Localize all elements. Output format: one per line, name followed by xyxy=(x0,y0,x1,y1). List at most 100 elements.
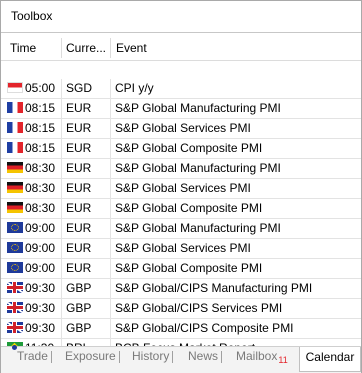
calendar-row[interactable]: 08:15 EUR S&P Global Services PMI xyxy=(1,119,361,139)
tab-mailbox[interactable]: Mailbox11 xyxy=(236,347,288,369)
event-currency: EUR xyxy=(66,161,92,175)
france-flag-icon xyxy=(7,122,23,133)
column-gridline xyxy=(110,159,111,178)
column-divider[interactable] xyxy=(110,38,111,58)
column-gridline xyxy=(61,199,62,218)
singapore-flag-icon xyxy=(7,82,23,93)
calendar-row[interactable]: 08:30 EUR S&P Global Services PMI xyxy=(1,179,361,199)
event-time: 09:30 xyxy=(25,321,56,335)
event-name: S&P Global Services PMI xyxy=(115,121,251,135)
tab-trade[interactable]: Trade xyxy=(17,347,52,369)
column-gridline xyxy=(61,99,62,118)
column-gridline xyxy=(110,319,111,338)
event-currency: GBP xyxy=(66,281,92,295)
column-gridline xyxy=(110,139,111,158)
event-name: S&P Global Manufacturing PMI xyxy=(115,221,281,235)
event-time: 08:15 xyxy=(25,141,56,155)
title-bar: Toolbox xyxy=(1,1,361,33)
window-title: Toolbox xyxy=(11,9,53,23)
event-time: 09:30 xyxy=(25,281,56,295)
calendar-row[interactable]: 09:30 GBP S&P Global/CIPS Manufacturing PM… xyxy=(1,279,361,299)
column-gridline xyxy=(110,79,111,98)
column-gridline xyxy=(61,239,62,258)
column-gridline xyxy=(61,119,62,138)
column-gridline xyxy=(61,79,62,98)
column-gridline xyxy=(61,139,62,158)
column-gridline xyxy=(110,99,111,118)
column-gridline xyxy=(110,259,111,278)
tab-divider xyxy=(221,351,223,363)
event-name: S&P Global Services PMI xyxy=(115,181,251,195)
tab-calendar[interactable]: Calendar xyxy=(299,347,361,372)
tab-news[interactable]: News xyxy=(188,347,223,369)
column-gridline xyxy=(110,179,111,198)
tab-label: Exposure xyxy=(65,349,116,363)
event-time: 08:15 xyxy=(25,101,56,115)
event-name: S&P Global Manufacturing PMI xyxy=(115,161,281,175)
column-gridline xyxy=(110,199,111,218)
event-currency: SGD xyxy=(66,81,93,95)
calendar-row[interactable]: 09:00 EUR S&P Global Manufacturing PMI xyxy=(1,219,361,239)
tab-divider xyxy=(118,351,120,363)
tab-divider xyxy=(172,351,174,363)
tab-history[interactable]: History xyxy=(132,347,174,369)
calendar-row[interactable]: 09:30 GBP S&P Global/CIPS Composite PMI xyxy=(1,319,361,339)
event-currency: EUR xyxy=(66,141,92,155)
column-header-currency[interactable]: Curre... xyxy=(66,41,106,55)
calendar-row[interactable]: 05:00 SGD CPI y/y xyxy=(1,79,361,99)
column-gridline xyxy=(61,279,62,298)
column-gridline xyxy=(110,299,111,318)
column-gridline xyxy=(61,159,62,178)
event-currency: EUR xyxy=(66,201,92,215)
calendar-row[interactable]: 08:15 EUR S&P Global Manufacturing PMI xyxy=(1,99,361,119)
calendar-row[interactable]: 09:30 GBP S&P Global/CIPS Services PMI xyxy=(1,299,361,319)
event-name: S&P Global/CIPS Services PMI xyxy=(115,301,283,315)
calendar-row[interactable]: 09:00 EUR S&P Global Services PMI xyxy=(1,239,361,259)
event-currency: GBP xyxy=(66,321,92,335)
calendar-row[interactable]: 09:00 EUR S&P Global Composite PMI xyxy=(1,259,361,279)
event-currency: EUR xyxy=(66,241,92,255)
event-name: CPI y/y xyxy=(115,81,154,95)
eu-flag-icon xyxy=(7,222,23,233)
event-name: S&P Global Manufacturing PMI xyxy=(115,101,281,115)
event-name: S&P Global Services PMI xyxy=(115,241,251,255)
toolbox-window: Toolbox Time Curre... Event 05:00 SGD CPI … xyxy=(0,0,362,373)
calendar-row[interactable]: 08:15 EUR S&P Global Composite PMI xyxy=(1,139,361,159)
mailbox-unread-badge: 11 xyxy=(278,355,288,365)
column-gridline xyxy=(61,299,62,318)
calendar-table-header: Time Curre... Event xyxy=(1,34,361,61)
event-time: 08:15 xyxy=(25,121,56,135)
uk-flag-icon xyxy=(7,302,23,313)
event-time: 09:00 xyxy=(25,261,56,275)
column-gridline xyxy=(110,119,111,138)
column-divider[interactable] xyxy=(61,38,62,58)
column-gridline xyxy=(61,319,62,338)
calendar-row[interactable]: 08:30 EUR S&P Global Composite PMI xyxy=(1,199,361,219)
event-time: 09:30 xyxy=(25,301,56,315)
event-name: S&P Global Composite PMI xyxy=(115,201,263,215)
event-name: S&P Global Composite PMI xyxy=(115,261,263,275)
france-flag-icon xyxy=(7,102,23,113)
event-name: S&P Global Composite PMI xyxy=(115,141,263,155)
uk-flag-icon xyxy=(7,322,23,333)
column-header-event[interactable]: Event xyxy=(116,41,147,55)
title-divider xyxy=(1,32,361,33)
germany-flag-icon xyxy=(7,202,23,213)
event-time: 08:30 xyxy=(25,201,56,215)
event-currency: EUR xyxy=(66,101,92,115)
eu-flag-icon xyxy=(7,242,23,253)
tab-label: Calendar xyxy=(305,350,355,364)
tab-label: Trade xyxy=(17,349,48,363)
column-gridline xyxy=(110,219,111,238)
column-gridline xyxy=(110,279,111,298)
eu-flag-icon xyxy=(7,262,23,273)
calendar-row[interactable]: 08:30 EUR S&P Global Manufacturing PMI xyxy=(1,159,361,179)
column-header-time[interactable]: Time xyxy=(10,41,36,55)
event-time: 09:00 xyxy=(25,221,56,235)
event-time: 08:30 xyxy=(25,181,56,195)
tab-label: History xyxy=(132,349,170,363)
event-name: S&P Global/CIPS Composite PMI xyxy=(115,321,294,335)
event-time: 09:00 xyxy=(25,241,56,255)
tab-exposure[interactable]: Exposure xyxy=(65,347,120,369)
germany-flag-icon xyxy=(7,182,23,193)
